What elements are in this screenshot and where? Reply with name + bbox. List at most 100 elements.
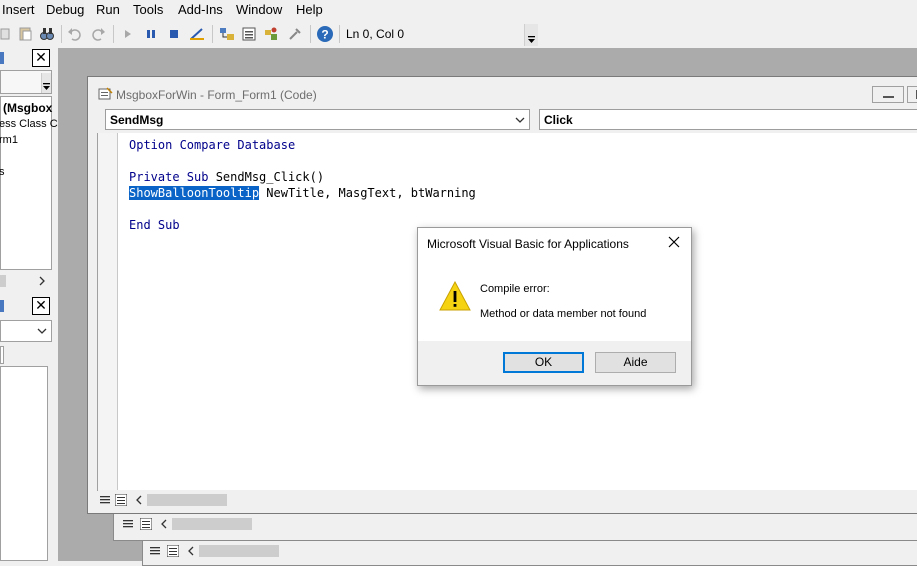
- paste-icon[interactable]: [18, 26, 34, 42]
- toolbar-separator: [310, 25, 311, 43]
- full-module-view-icon[interactable]: [115, 494, 127, 506]
- object-combo[interactable]: SendMsg: [105, 109, 530, 130]
- code-window-background-1: [113, 511, 917, 541]
- menu-window[interactable]: Window: [236, 2, 282, 17]
- procedure-combo[interactable]: Click: [539, 109, 917, 130]
- menu-bar: Insert Debug Run Tools Add-Ins Window He…: [0, 0, 917, 20]
- code-text: NewTitle, MasgText, btWarning: [259, 186, 476, 200]
- redo-icon[interactable]: [90, 26, 106, 42]
- menu-tools[interactable]: Tools: [133, 2, 163, 17]
- chevron-right-icon[interactable]: [38, 276, 46, 286]
- menu-add-ins[interactable]: Add-Ins: [178, 2, 223, 17]
- run-icon[interactable]: [120, 26, 136, 42]
- properties-tab[interactable]: [0, 346, 4, 364]
- project-tree-item[interactable]: s: [0, 166, 5, 178]
- properties-window-icon[interactable]: [241, 26, 257, 42]
- help-icon[interactable]: ?: [316, 25, 334, 43]
- project-tree-item[interactable]: (Msgbox: [3, 101, 52, 115]
- restore-button[interactable]: [907, 86, 917, 103]
- project-explorer-icon[interactable]: [219, 26, 235, 42]
- selected-code-text: ShowBalloonTooltip: [129, 186, 260, 200]
- close-properties-panel-button[interactable]: ✕: [32, 297, 50, 315]
- ok-button[interactable]: OK: [503, 352, 584, 373]
- dialog-message: Method or data member not found: [480, 308, 647, 320]
- code-line-6[interactable]: End Sub: [129, 218, 180, 232]
- full-module-view-icon[interactable]: [140, 518, 152, 530]
- menu-run[interactable]: Run: [96, 2, 120, 17]
- chevron-left-icon[interactable]: [160, 519, 168, 529]
- undo-icon[interactable]: [67, 26, 83, 42]
- menu-debug[interactable]: Debug: [46, 2, 84, 17]
- code-text: SendMsg_Click(): [208, 170, 325, 184]
- properties-object-combo[interactable]: [0, 320, 52, 342]
- chevron-down-icon: [515, 117, 525, 123]
- scrollbar-thumb[interactable]: [199, 545, 279, 557]
- procedure-view-icon[interactable]: [99, 494, 111, 506]
- cursor-position-label: Ln 0, Col 0: [346, 27, 405, 41]
- code-line-3[interactable]: Private Sub SendMsg_Click(): [129, 170, 324, 184]
- dialog-title: Microsoft Visual Basic for Applications: [427, 237, 629, 251]
- toolbox-icon[interactable]: [287, 26, 303, 42]
- reset-icon[interactable]: [166, 26, 182, 42]
- full-module-view-icon[interactable]: [167, 545, 179, 557]
- close-project-panel-button[interactable]: ✕: [32, 49, 50, 67]
- help-button[interactable]: Aide: [595, 352, 676, 373]
- code-module-icon: [98, 87, 113, 100]
- project-tree[interactable]: (Msgbox ess Class C rm1 s: [0, 96, 58, 270]
- dialog-button-bar: OK Aide: [418, 341, 691, 385]
- code-keyword: Private Sub: [129, 170, 209, 184]
- procedure-combo-value: Click: [544, 113, 573, 127]
- properties-header: ✕: [0, 296, 52, 316]
- project-panel-toolbar: [0, 70, 52, 94]
- menu-insert[interactable]: Insert: [2, 2, 35, 17]
- chevron-down-icon: [43, 83, 50, 90]
- chevron-down-icon: [528, 36, 535, 43]
- scrollbar-thumb[interactable]: [172, 518, 252, 530]
- panel-caption-fragment: [0, 52, 4, 64]
- code-window-hscroll[interactable]: [143, 542, 917, 560]
- copy-icon[interactable]: [0, 26, 16, 42]
- toolbar-separator: [212, 25, 213, 43]
- toolbar-scroll-button[interactable]: [41, 73, 51, 93]
- scrollbar-thumb[interactable]: [0, 275, 6, 287]
- standard-toolbar: ? Ln 0, Col 0: [0, 20, 540, 48]
- menu-help[interactable]: Help: [296, 2, 323, 17]
- chevron-left-icon[interactable]: [135, 495, 143, 505]
- find-icon[interactable]: [39, 26, 55, 42]
- code-window-hscroll[interactable]: [97, 491, 917, 509]
- break-icon[interactable]: [143, 26, 159, 42]
- project-tree-item[interactable]: rm1: [0, 134, 18, 146]
- project-explorer-header: ✕: [0, 48, 52, 68]
- code-window-title: MsgboxForWin - Form_Form1 (Code): [116, 88, 317, 102]
- toolbar-separator: [113, 25, 114, 43]
- compile-error-dialog: Microsoft Visual Basic for Applications …: [417, 227, 692, 386]
- code-line-4[interactable]: ShowBalloonTooltip NewTitle, MasgText, b…: [129, 186, 476, 200]
- object-combo-value: SendMsg: [110, 113, 164, 127]
- toolbar-separator: [339, 25, 340, 43]
- code-line-1[interactable]: Option Compare Database: [129, 138, 295, 152]
- toolbar-overflow-handle[interactable]: [524, 24, 538, 46]
- minimize-icon: [883, 96, 894, 98]
- warning-icon: [439, 281, 471, 311]
- margin-indicator-bar[interactable]: [98, 133, 118, 491]
- code-window-titlebar[interactable]: MsgboxForWin - Form_Form1 (Code): [88, 77, 917, 105]
- procedure-view-icon[interactable]: [149, 545, 161, 557]
- dialog-close-button[interactable]: [665, 233, 683, 251]
- svg-text:?: ?: [321, 28, 328, 42]
- project-explorer-panel: ✕ (Msgbox ess Class C rm1 s ✕: [0, 48, 58, 561]
- dialog-heading: Compile error:: [480, 283, 550, 295]
- design-mode-icon[interactable]: [189, 26, 205, 42]
- object-browser-icon[interactable]: [263, 26, 279, 42]
- project-tree-hscroll[interactable]: [0, 272, 52, 290]
- code-window-hscroll[interactable]: [114, 515, 917, 533]
- properties-grid[interactable]: [0, 366, 48, 561]
- panel-caption-fragment: [0, 300, 4, 312]
- scrollbar-thumb[interactable]: [147, 494, 227, 506]
- toolbar-separator: [61, 25, 62, 43]
- chevron-left-icon[interactable]: [187, 546, 195, 556]
- minimize-button[interactable]: [872, 86, 904, 103]
- chevron-down-icon: [37, 328, 47, 334]
- project-tree-item[interactable]: ess Class C: [0, 118, 58, 130]
- close-icon: [668, 236, 680, 248]
- procedure-view-icon[interactable]: [122, 518, 134, 530]
